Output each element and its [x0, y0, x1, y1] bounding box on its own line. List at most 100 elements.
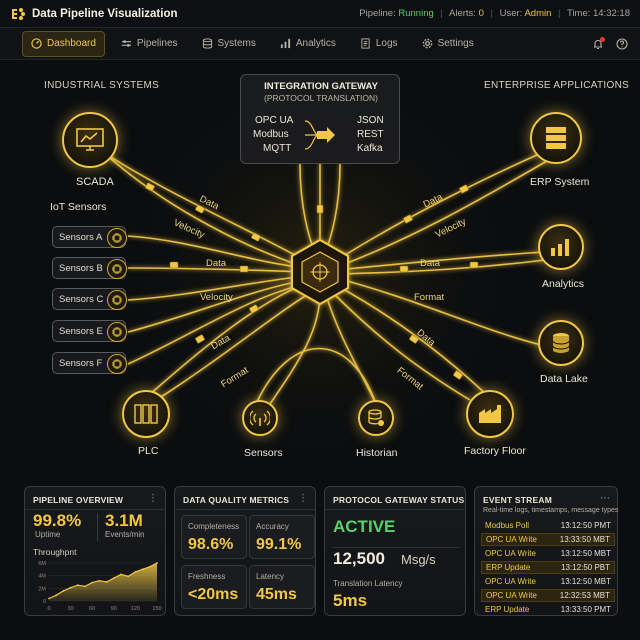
event-row[interactable]: OPC UA Write 13:12:50 MBT: [481, 547, 615, 560]
time-label: Time:: [566, 8, 591, 19]
x-tick-label: 150: [152, 606, 161, 612]
metric-value: 99.1%: [256, 536, 302, 553]
sensor-label: Sensors A: [59, 231, 103, 243]
throughput-area: [49, 563, 157, 601]
plc-label: PLC: [138, 445, 159, 457]
translation-latency-label: Translation Latency: [333, 579, 403, 588]
event-row[interactable]: OPC UA Write 13:12:50 MBT: [481, 575, 615, 588]
historian-node[interactable]: [358, 400, 394, 436]
more-options-icon[interactable]: ⋮: [148, 493, 158, 504]
panel-title: EVENT STREAM: [483, 495, 552, 505]
erp-node[interactable]: [530, 112, 582, 164]
settings-icon: [422, 38, 432, 49]
scada-node[interactable]: [62, 112, 118, 168]
pipeline-status-label: Pipeline:: [359, 8, 396, 19]
tab-logs[interactable]: Logs: [352, 31, 406, 57]
event-row[interactable]: ERP Update 13:12:50 PBT: [481, 561, 615, 574]
app-title: Data Pipeline Visualization: [32, 7, 178, 20]
tab-analytics[interactable]: Analytics: [272, 31, 344, 57]
sensor-c[interactable]: Sensors C: [52, 288, 127, 310]
metric-label: Accuracy: [256, 522, 289, 531]
metric-value: 45ms: [256, 586, 297, 603]
scada-label: SCADA: [76, 176, 114, 188]
tab-label: Settings: [437, 38, 474, 49]
tab-systems[interactable]: Systems: [194, 31, 264, 57]
gateway-title: INTEGRATION GATEWAY: [264, 81, 378, 92]
event-type: ERP Update: [486, 563, 531, 572]
help-button[interactable]: [616, 37, 628, 50]
more-options-icon[interactable]: ⋯: [600, 493, 610, 504]
metric-label: Freshness: [188, 572, 226, 581]
throughput-point: [76, 584, 79, 587]
chip-icon: [107, 290, 127, 310]
completeness-metric: Completeness 98.6%: [181, 515, 247, 559]
tab-dashboard[interactable]: Dashboard: [22, 30, 105, 57]
sensor-label: Sensors F: [59, 357, 103, 369]
analytics-node[interactable]: [538, 224, 584, 270]
message-rate-unit: Msg/s: [401, 552, 436, 567]
throughput-point: [120, 573, 122, 576]
event-time: 12:32:53 MBT: [559, 591, 610, 600]
event-row[interactable]: OPC UA Write 13:33:50 MBT: [481, 533, 615, 546]
factory-icon: [479, 405, 501, 423]
status-bar: Pipeline: Running | Alerts: 0 | User: Ad…: [359, 8, 630, 19]
data-lake-node[interactable]: [538, 320, 584, 366]
monitor-chart-icon: [76, 128, 104, 151]
throughput-label: Throughpnt: [33, 547, 77, 557]
event-time: 13:12:50 MBT: [560, 549, 611, 558]
erp-label: ERP System: [530, 176, 590, 188]
accuracy-metric: Accuracy 99.1%: [249, 515, 315, 559]
tab-pipelines[interactable]: Pipelines: [113, 31, 186, 57]
message-rate-value: 12,500: [333, 549, 385, 568]
event-row[interactable]: Modbus Poll 13:12:50 PMT: [481, 519, 615, 532]
event-row[interactable]: OPC UA Write 12:32:53 MBT: [481, 589, 615, 602]
throughput-point: [55, 594, 58, 597]
throughput-point: [156, 562, 158, 564]
tab-label: Systems: [217, 38, 256, 49]
event-row[interactable]: ERP Update 13:33:50 PMT: [481, 603, 615, 616]
x-tick-label: 60: [89, 606, 95, 612]
alerts-count[interactable]: 0: [479, 8, 484, 19]
sensor-a[interactable]: Sensors A: [52, 226, 127, 248]
flow-label-data: Data: [414, 327, 437, 349]
throughput-point: [134, 570, 137, 573]
event-time: 13:12:50 PMT: [560, 521, 611, 530]
server-stack-icon: [546, 127, 566, 149]
sensors-node[interactable]: [242, 400, 278, 436]
y-tick-label: 6M: [38, 561, 46, 567]
notifications-button[interactable]: [592, 36, 605, 50]
throughput-point: [141, 568, 144, 571]
throughput-point: [69, 586, 72, 589]
flow-label-velocity: Velocity: [171, 217, 207, 241]
events-value: 3.1M: [105, 511, 143, 530]
tab-label: Analytics: [295, 38, 336, 49]
protocol-in-modbus: Modbus: [253, 129, 289, 140]
integration-gateway-box[interactable]: INTEGRATION GATEWAY (PROTOCOL TRANSLATIO…: [240, 74, 400, 164]
plc-node[interactable]: [122, 390, 170, 438]
tab-settings[interactable]: Settings: [414, 31, 482, 57]
throughput-point: [48, 597, 50, 600]
event-time: 13:12:50 PBT: [561, 563, 610, 572]
sensor-e[interactable]: Sensors E: [52, 320, 127, 342]
historian-label: Historian: [356, 447, 398, 459]
notification-dot: [600, 36, 605, 42]
user-name[interactable]: Admin: [524, 8, 551, 19]
tab-label: Logs: [375, 38, 398, 49]
industrial-systems-header: INDUSTRIAL SYSTEMS: [44, 80, 160, 91]
sensor-label: Sensors B: [59, 262, 103, 274]
sensor-f[interactable]: Sensors F: [52, 352, 127, 374]
throughput-point: [84, 585, 86, 588]
throughput-point: [105, 581, 108, 583]
systems-icon: [202, 38, 212, 49]
sensor-b[interactable]: Sensors B: [52, 257, 127, 279]
dashboard-icon: [31, 38, 42, 49]
chip-icon: [107, 259, 127, 279]
more-options-icon[interactable]: ⋮: [298, 493, 308, 504]
metric-label: Latency: [256, 572, 285, 581]
user-label: User:: [499, 8, 523, 19]
flow-label-format: Format: [414, 292, 445, 303]
factory-floor-node[interactable]: [466, 390, 514, 438]
sensor-label: Sensors C: [59, 293, 104, 305]
alerts-label: Alerts:: [449, 8, 476, 19]
gateway-status-panel: PROTOCOL GATEWAY STATUS ACTIVE 12,500 Ms…: [324, 486, 466, 616]
